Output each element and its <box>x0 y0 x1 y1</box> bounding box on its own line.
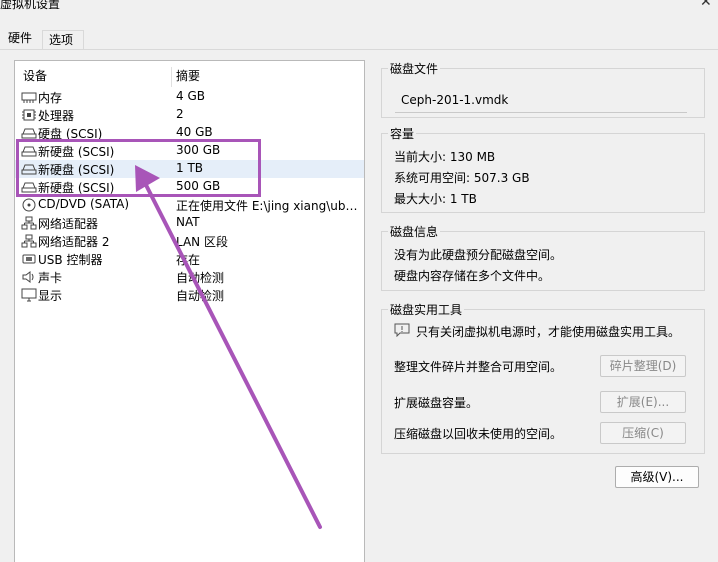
group-title: 磁盘信息 <box>388 223 441 240</box>
defrag-text: 整理文件碎片并整合可用空间。 <box>394 360 563 374</box>
tab-hardware[interactable]: 硬件 <box>2 28 39 50</box>
capacity-group: 容量 当前大小: 130 MB 系统可用空间: 507.3 GB 最大大小: 1… <box>381 125 705 213</box>
device-summary: 1 TB <box>176 161 204 175</box>
network-icon <box>21 216 37 230</box>
device-row-new-disk-2[interactable]: 新硬盘 (SCSI) 1 TB <box>15 160 364 178</box>
device-name: 新硬盘 (SCSI) <box>38 163 115 177</box>
disk-info-line: 硬盘内容存储在多个文件中。 <box>394 269 551 283</box>
device-summary: LAN 区段 <box>176 235 228 249</box>
current-size: 当前大小: 130 MB <box>394 150 496 164</box>
cd-icon <box>22 198 36 212</box>
device-summary: 自动检测 <box>176 271 225 285</box>
advanced-button[interactable]: 高级(V)... <box>615 466 699 488</box>
device-row-cd-dvd[interactable]: CD/DVD (SATA) 正在使用文件 E:\jing xiang\ubu..… <box>15 196 364 214</box>
speaker-icon <box>22 271 34 283</box>
window-title: 虚拟机设置 <box>0 0 61 11</box>
device-summary: 4 GB <box>176 89 205 103</box>
info-icon <box>394 323 410 337</box>
group-title: 容量 <box>388 125 417 142</box>
device-summary: 2 <box>176 107 184 121</box>
device-row-display[interactable]: 显示 自动检测 <box>15 286 364 304</box>
monitor-icon <box>21 288 37 302</box>
device-summary: 存在 <box>176 253 201 267</box>
memory-icon <box>21 92 37 103</box>
device-name: 网络适配器 <box>38 217 99 231</box>
device-summary: 500 GB <box>176 179 221 193</box>
group-title: 磁盘实用工具 <box>388 301 465 318</box>
device-name: 新硬盘 (SCSI) <box>38 181 115 195</box>
device-row-sound-card[interactable]: 声卡 自动检测 <box>15 268 364 286</box>
defrag-button[interactable]: 碎片整理(D) <box>600 355 686 377</box>
device-name: 内存 <box>38 91 63 105</box>
disk-icon <box>21 146 37 157</box>
device-row-usb[interactable]: USB 控制器 存在 <box>15 250 364 268</box>
device-name: 处理器 <box>38 109 75 123</box>
device-name: 声卡 <box>38 271 63 285</box>
header-device[interactable]: 设备 <box>23 67 47 84</box>
disk-file-field[interactable]: Ceph-201-1.vmdk <box>395 89 687 113</box>
device-summary: 40 GB <box>176 125 213 139</box>
device-row-memory[interactable]: 内存 4 GB <box>15 88 364 106</box>
device-name: 网络适配器 2 <box>38 235 110 249</box>
list-header: 设备 摘要 <box>15 67 364 87</box>
disk-tools-group: 磁盘实用工具 只有关闭虚拟机电源时，才能使用磁盘实用工具。 整理文件碎片并整合可… <box>381 301 705 454</box>
available-space: 系统可用空间: 507.3 GB <box>394 171 530 185</box>
device-name: CD/DVD (SATA) <box>38 197 130 211</box>
device-summary: 正在使用文件 E:\jing xiang\ubu... <box>176 199 362 213</box>
expand-button[interactable]: 扩展(E)... <box>600 391 686 413</box>
device-row-processor[interactable]: 处理器 2 <box>15 106 364 124</box>
tab-divider <box>0 49 718 50</box>
device-row-new-disk-1[interactable]: 新硬盘 (SCSI) 300 GB <box>15 142 364 160</box>
disk-icon <box>21 128 37 139</box>
disk-icon <box>21 182 37 193</box>
device-name: 显示 <box>38 289 63 303</box>
network-icon <box>21 234 37 248</box>
device-row-new-disk-3[interactable]: 新硬盘 (SCSI) 500 GB <box>15 178 364 196</box>
expand-text: 扩展磁盘容量。 <box>394 396 479 410</box>
device-summary: 自动检测 <box>176 289 225 303</box>
device-summary: NAT <box>176 215 200 229</box>
device-row-network-adapter[interactable]: 网络适配器 NAT <box>15 214 364 232</box>
disk-tools-notice: 只有关闭虚拟机电源时，才能使用磁盘实用工具。 <box>416 325 681 339</box>
disk-icon <box>21 164 37 175</box>
device-row-network-adapter-2[interactable]: 网络适配器 2 LAN 区段 <box>15 232 364 250</box>
device-name: 硬盘 (SCSI) <box>38 127 103 141</box>
group-title: 磁盘文件 <box>388 60 441 77</box>
disk-info-line: 没有为此硬盘预分配磁盘空间。 <box>394 248 563 262</box>
max-size: 最大大小: 1 TB <box>394 192 477 206</box>
column-separator[interactable] <box>171 67 172 87</box>
device-name: 新硬盘 (SCSI) <box>38 145 115 159</box>
device-row-disk[interactable]: 硬盘 (SCSI) 40 GB <box>15 124 364 142</box>
usb-icon <box>22 254 36 264</box>
disk-info-group: 磁盘信息 没有为此硬盘预分配磁盘空间。 硬盘内容存储在多个文件中。 <box>381 223 705 291</box>
close-icon[interactable]: ✕ <box>700 0 712 10</box>
cpu-icon <box>22 109 36 121</box>
device-list[interactable]: 设备 摘要 内存 4 GB 处理器 2 硬盘 (SCSI) 40 GB 新硬盘 … <box>14 60 365 562</box>
compact-text: 压缩磁盘以回收未使用的空间。 <box>394 427 563 441</box>
compact-button[interactable]: 压缩(C) <box>600 422 686 444</box>
header-summary[interactable]: 摘要 <box>176 67 200 84</box>
device-name: USB 控制器 <box>38 253 103 267</box>
device-summary: 300 GB <box>176 143 221 157</box>
tab-options[interactable]: 选项 <box>42 30 84 50</box>
disk-file-group: 磁盘文件 Ceph-201-1.vmdk <box>381 60 705 118</box>
